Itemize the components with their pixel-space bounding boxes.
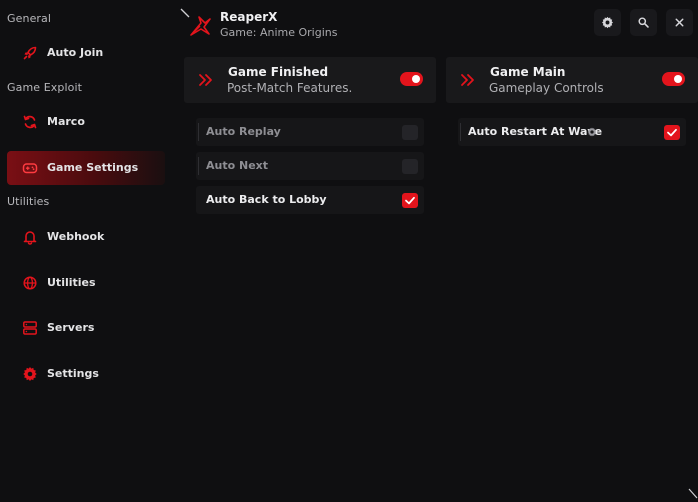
checkmark-icon: [667, 128, 677, 137]
option-label: Auto Next: [206, 159, 269, 172]
search-icon: [637, 16, 650, 29]
option-auto-restart-at-wave[interactable]: Auto Restart At Wave: [458, 118, 686, 146]
search-button[interactable]: [630, 9, 657, 36]
sidebar-item-label: Servers: [47, 321, 95, 334]
option-auto-next[interactable]: Auto Next: [196, 152, 424, 180]
panel-game-finished-header: Game Finished Post-Match Features.: [184, 57, 436, 103]
rocket-icon: [22, 45, 38, 61]
row-divider: [198, 157, 199, 175]
reaper-logo-icon: [188, 14, 212, 38]
settings-gear-small-icon[interactable]: [587, 127, 597, 137]
panel-title: Game Main: [490, 65, 566, 79]
app-title: ReaperX: [220, 10, 278, 24]
close-icon: [673, 16, 686, 29]
option-label: Auto Back to Lobby: [206, 193, 327, 206]
panel-title: Game Finished: [228, 65, 329, 79]
bell-icon: [22, 229, 38, 245]
settings-button[interactable]: [594, 9, 621, 36]
app-window: General Auto Join Game Exploit Marco Gam…: [0, 0, 698, 502]
sidebar-section-general: General: [7, 12, 52, 25]
sidebar-item-label: Utilities: [47, 276, 96, 289]
sidebar-section-utilities: Utilities: [7, 195, 50, 208]
auto-next-checkbox[interactable]: [402, 159, 418, 174]
resize-grip-icon[interactable]: [688, 488, 698, 500]
globe-icon: [22, 275, 38, 291]
gamepad-icon: [22, 160, 38, 176]
double-chevron-right-icon: [198, 73, 214, 87]
row-divider: [198, 123, 199, 141]
sidebar-item-label: Marco: [47, 115, 85, 128]
sidebar: General Auto Join Game Exploit Marco Gam…: [0, 0, 172, 502]
sidebar-item-label: Auto Join: [47, 46, 104, 59]
option-label: Auto Restart At Wave: [468, 125, 603, 138]
game-main-toggle[interactable]: [662, 72, 685, 86]
app-subtitle: Game: Anime Origins: [220, 26, 338, 39]
sidebar-section-game-exploit: Game Exploit: [7, 81, 83, 94]
auto-restart-at-wave-checkbox[interactable]: [664, 125, 680, 140]
auto-back-to-lobby-checkbox[interactable]: [402, 193, 418, 208]
panel-subtitle: Gameplay Controls: [489, 81, 604, 95]
sidebar-item-label: Game Settings: [47, 161, 139, 174]
option-auto-back-to-lobby[interactable]: Auto Back to Lobby: [196, 186, 424, 214]
sidebar-item-settings[interactable]: Settings: [7, 357, 165, 391]
panel-game-main-header: Game Main Gameplay Controls: [446, 57, 698, 103]
option-auto-replay[interactable]: Auto Replay: [196, 118, 424, 146]
double-chevron-right-icon: [460, 73, 476, 87]
sidebar-item-game-settings[interactable]: Game Settings: [7, 151, 165, 185]
panel-subtitle: Post-Match Features.: [227, 81, 353, 95]
sidebar-item-webhook[interactable]: Webhook: [7, 220, 165, 254]
gear-icon: [22, 366, 38, 382]
sidebar-item-auto-join[interactable]: Auto Join: [7, 36, 165, 70]
refresh-icon: [22, 114, 38, 130]
option-label: Auto Replay: [206, 125, 281, 138]
checkmark-icon: [405, 196, 415, 205]
gear-icon: [601, 16, 614, 29]
close-button[interactable]: [666, 9, 693, 36]
server-icon: [22, 320, 38, 336]
auto-replay-checkbox[interactable]: [402, 125, 418, 140]
sidebar-item-label: Webhook: [47, 230, 105, 243]
game-finished-toggle[interactable]: [400, 72, 423, 86]
row-divider: [460, 123, 461, 141]
sidebar-item-marco[interactable]: Marco: [7, 105, 165, 139]
sidebar-item-utilities[interactable]: Utilities: [7, 266, 165, 300]
sidebar-item-servers[interactable]: Servers: [7, 311, 165, 345]
sidebar-item-label: Settings: [47, 367, 99, 380]
